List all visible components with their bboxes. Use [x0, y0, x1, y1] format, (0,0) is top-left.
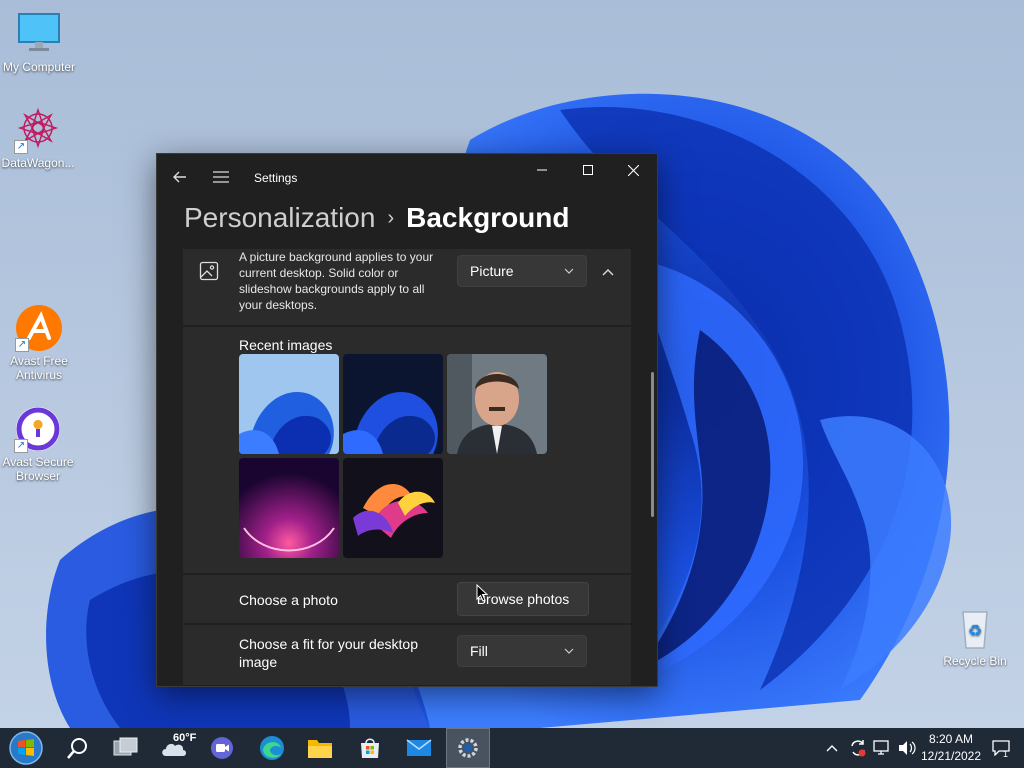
file-explorer-button[interactable] [298, 728, 342, 768]
desktop-icon-label: Recycle Bin [943, 654, 1007, 668]
fit-label: Choose a fit for your desktop image [239, 636, 418, 670]
settings-window: Settings Personalization › Background A pi… [156, 153, 658, 687]
taskbar: 60°F 8:20 AM 12/21/2022 [0, 728, 1024, 768]
edge-button[interactable] [250, 728, 294, 768]
breadcrumb: Personalization › Background [184, 200, 569, 239]
gear-icon [458, 738, 478, 758]
notification-center-button[interactable] [992, 728, 1014, 768]
desktop-icon-label: Avast Free Antivirus [10, 354, 68, 382]
recycle-bin-icon: ♻ [951, 604, 999, 652]
shortcut-arrow-icon: ↗ [15, 338, 29, 352]
chevron-up-icon [602, 269, 614, 276]
task-view-icon [113, 737, 138, 756]
clock-time: 8:20 AM [928, 732, 974, 746]
desktop-icon-recycle-bin[interactable]: ♻ Recycle Bin [937, 604, 1013, 668]
show-hidden-icons-button[interactable] [826, 728, 844, 768]
mouse-cursor-icon [476, 583, 489, 602]
mail-button[interactable] [397, 728, 441, 768]
back-arrow-icon [173, 171, 186, 183]
breadcrumb-separator: › [387, 207, 395, 229]
recent-image-3[interactable] [447, 354, 547, 454]
svg-text:♻: ♻ [968, 621, 982, 640]
video-chat-icon [211, 737, 233, 759]
recent-image-1[interactable] [239, 354, 339, 454]
choose-photo-card: Choose a photo Browse photos [183, 575, 631, 623]
maximize-button[interactable] [565, 154, 611, 186]
desktop-icon-avast-antivirus[interactable]: ↗ Avast Free Antivirus [1, 304, 77, 382]
window-title: Settings [254, 171, 298, 185]
store-icon [361, 738, 379, 758]
mail-icon [406, 739, 432, 756]
scrollbar[interactable] [651, 372, 654, 517]
background-type-dropdown[interactable]: Picture [457, 255, 587, 287]
desktop-icon-avast-browser[interactable]: ↗ Avast Secure Browser [0, 405, 76, 483]
notification-count: 1 [1003, 749, 1009, 759]
desktop-icon-datawagon[interactable]: ↗ DataWagon... [0, 106, 76, 170]
hamburger-icon [213, 171, 229, 183]
teams-chat-button[interactable] [200, 728, 244, 768]
title-bar[interactable]: Settings [157, 154, 657, 198]
sync-icon [851, 740, 866, 757]
desktop-icon-label: Avast Secure Browser [2, 455, 74, 483]
maximize-icon [583, 165, 593, 175]
collapse-button[interactable] [597, 261, 619, 283]
chevron-down-icon [564, 268, 574, 274]
minimize-icon [537, 169, 547, 171]
shortcut-arrow-icon: ↗ [14, 140, 28, 154]
chevron-up-icon [826, 745, 838, 752]
volume-tray-icon[interactable] [897, 728, 919, 768]
clock[interactable]: 8:20 AM 12/21/2022 [918, 731, 984, 765]
recent-images-label: Recent images [239, 337, 333, 353]
speaker-icon [899, 741, 916, 755]
fit-dropdown[interactable]: Fill [457, 635, 587, 667]
edge-browser-icon [260, 736, 284, 760]
store-button[interactable] [348, 728, 392, 768]
recent-image-2[interactable] [343, 354, 443, 454]
start-button[interactable] [4, 728, 48, 768]
folder-icon [308, 740, 332, 758]
back-button[interactable] [165, 162, 195, 192]
shortcut-arrow-icon: ↗ [14, 439, 28, 453]
breadcrumb-personalization[interactable]: Personalization [184, 202, 375, 233]
desktop-icon-label: My Computer [2, 60, 76, 74]
network-icon [873, 740, 889, 755]
task-view-button[interactable] [104, 728, 148, 768]
settings-taskbar-button[interactable] [446, 728, 490, 768]
picture-icon [199, 261, 219, 281]
fit-value: Fill [470, 643, 488, 659]
menu-button[interactable] [206, 162, 236, 192]
search-button[interactable] [56, 728, 100, 768]
network-tray-icon[interactable] [872, 728, 894, 768]
page-title: Background [406, 202, 570, 233]
avast-antivirus-icon: ↗ [15, 304, 63, 352]
desktop-icon-label: DataWagon... [1, 156, 75, 170]
sync-tray-icon[interactable] [848, 728, 870, 768]
recent-images-card: Recent images [183, 327, 631, 573]
close-icon [627, 164, 639, 176]
datawagon-icon: ↗ [14, 106, 62, 154]
search-icon [67, 738, 87, 759]
close-button[interactable] [610, 154, 656, 186]
clock-date: 12/21/2022 [920, 749, 982, 763]
background-type-card: A picture background applies to your cur… [183, 249, 631, 325]
desktop-icon-my-computer[interactable]: My Computer [1, 10, 77, 74]
recent-image-4[interactable] [239, 458, 339, 558]
recent-image-5[interactable] [343, 458, 443, 558]
chevron-down-icon [564, 648, 574, 654]
minimize-button[interactable] [519, 154, 565, 186]
windows-orb-icon [9, 731, 43, 765]
choose-photo-label: Choose a photo [239, 592, 338, 608]
fit-card: Choose a fit for your desktop image Fill [183, 625, 631, 685]
weather-temperature: 60°F [173, 732, 197, 744]
background-type-value: Picture [470, 263, 514, 279]
monitor-icon [15, 10, 63, 58]
background-description: A picture background applies to your cur… [239, 250, 434, 312]
avast-browser-icon: ↗ [14, 405, 62, 453]
